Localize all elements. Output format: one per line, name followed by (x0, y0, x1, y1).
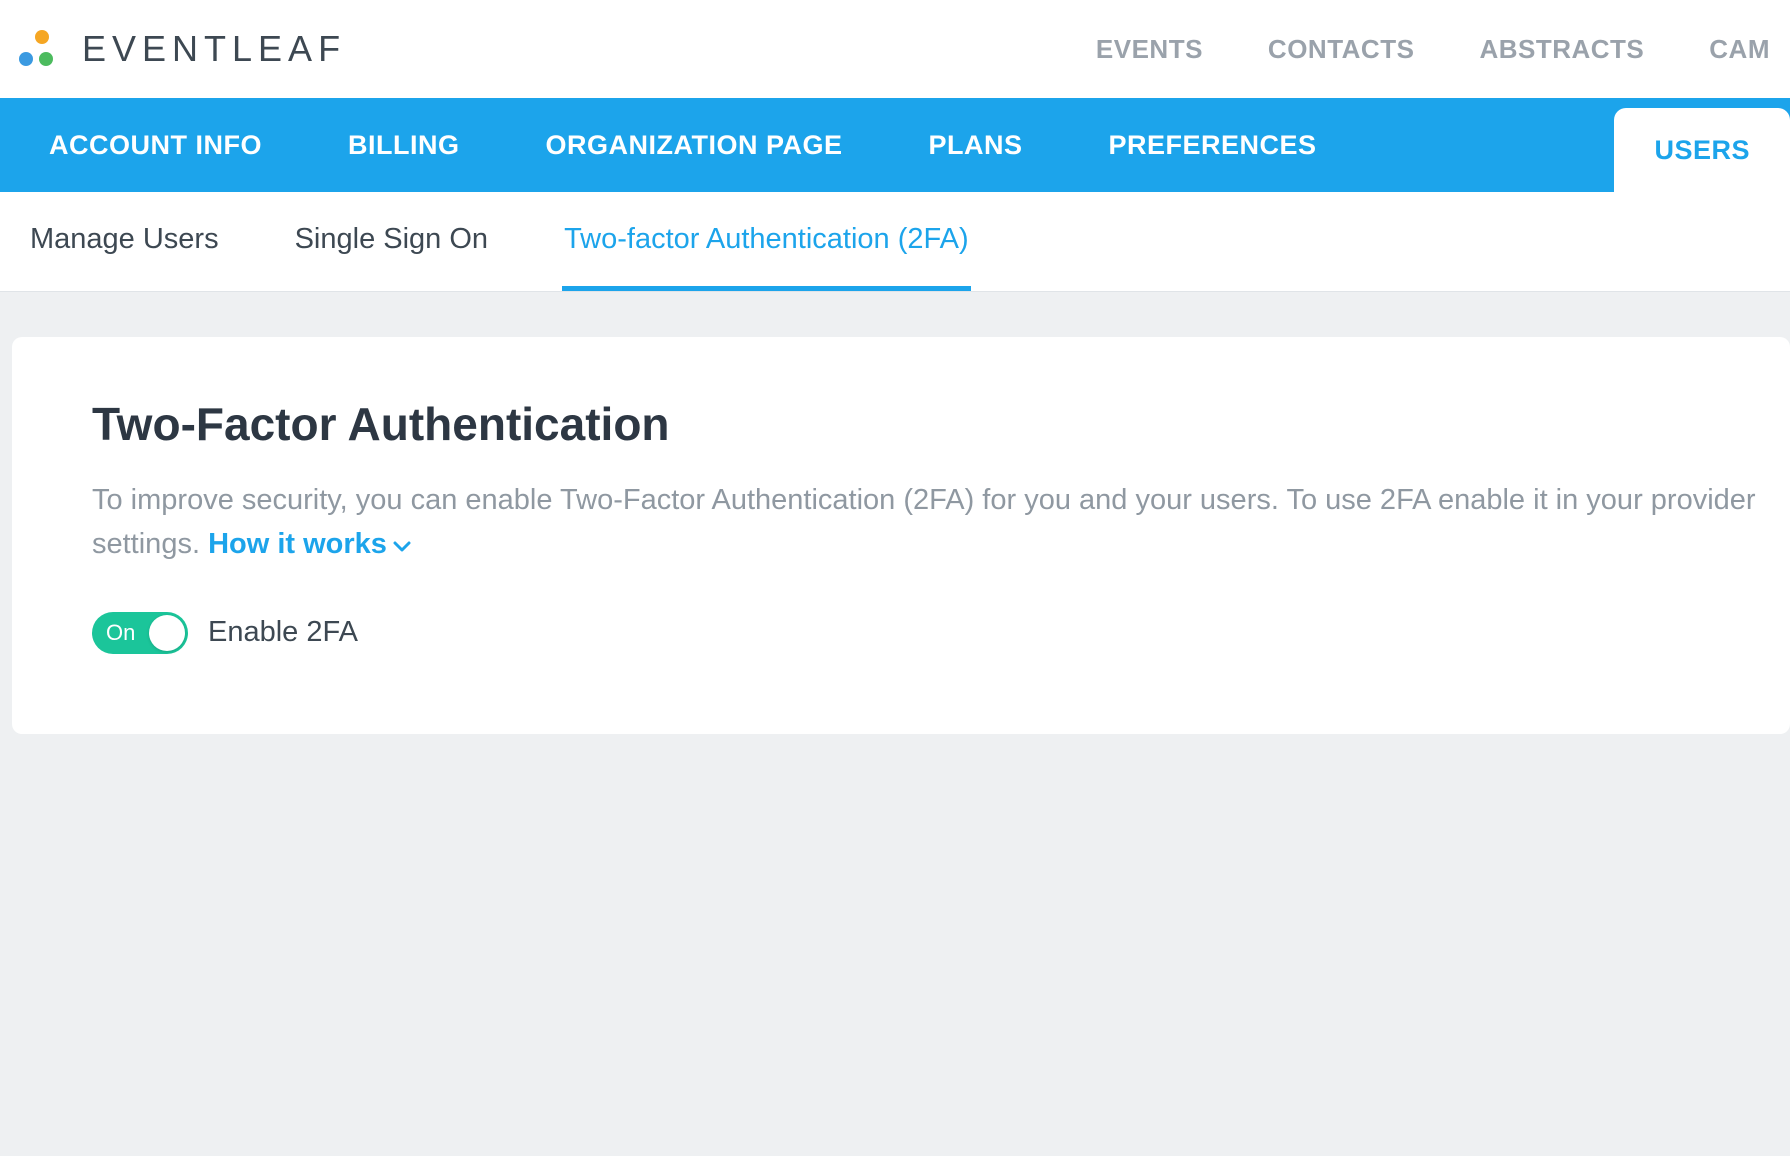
top-header: EVENTLEAF EVENTS CONTACTS ABSTRACTS CAM (0, 0, 1790, 98)
sub-nav-account-info[interactable]: ACCOUNT INFO (35, 98, 276, 192)
how-it-works-link[interactable]: How it works (208, 528, 411, 560)
enable-2fa-toggle[interactable]: On (92, 612, 188, 654)
top-nav-abstracts[interactable]: ABSTRACTS (1479, 34, 1644, 65)
card-description: To improve security, you can enable Two-… (92, 479, 1790, 567)
card-title: Two-Factor Authentication (92, 397, 1790, 451)
sub-nav-organization-page[interactable]: ORGANIZATION PAGE (531, 98, 856, 192)
top-nav-cam[interactable]: CAM (1709, 34, 1770, 65)
brand-logo[interactable]: EVENTLEAF (15, 28, 346, 70)
account-sub-nav: ACCOUNT INFO BILLING ORGANIZATION PAGE P… (0, 98, 1790, 192)
brand-name: EVENTLEAF (82, 28, 346, 70)
twofa-card: Two-Factor Authentication To improve sec… (12, 337, 1790, 734)
tab-single-sign-on[interactable]: Single Sign On (293, 192, 490, 291)
how-it-works-label: How it works (208, 528, 387, 560)
top-nav: EVENTS CONTACTS ABSTRACTS CAM (1096, 34, 1790, 65)
users-tertiary-nav: Manage Users Single Sign On Two-factor A… (0, 192, 1790, 292)
toggle-knob (149, 615, 185, 651)
tab-manage-users[interactable]: Manage Users (28, 192, 221, 291)
chevron-down-icon (393, 523, 411, 567)
enable-2fa-row: On Enable 2FA (92, 612, 1790, 654)
sub-nav-users[interactable]: USERS (1614, 108, 1790, 192)
top-nav-events[interactable]: EVENTS (1096, 34, 1203, 65)
content-area: Two-Factor Authentication To improve sec… (0, 292, 1790, 734)
toggle-state-label: On (106, 620, 135, 646)
top-nav-contacts[interactable]: CONTACTS (1268, 34, 1415, 65)
enable-2fa-label: Enable 2FA (208, 616, 358, 649)
sub-nav-preferences[interactable]: PREFERENCES (1095, 98, 1331, 192)
logo-icon (15, 28, 57, 70)
sub-nav-plans[interactable]: PLANS (914, 98, 1036, 192)
tab-two-factor-auth[interactable]: Two-factor Authentication (2FA) (562, 192, 971, 291)
sub-nav-billing[interactable]: BILLING (334, 98, 474, 192)
